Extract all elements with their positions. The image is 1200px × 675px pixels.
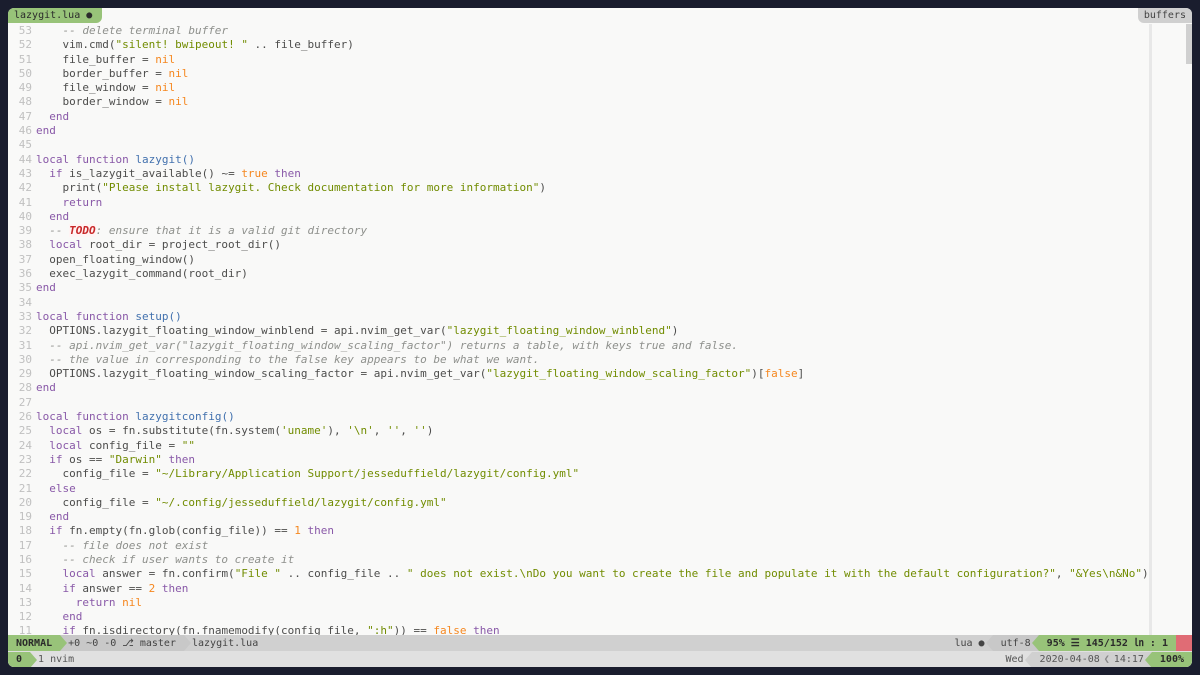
position-segment: 95% ☰ 145/152 ㏑ : 1 bbox=[1039, 635, 1176, 651]
statusline-spacer bbox=[266, 635, 946, 651]
tmux-battery-segment: 100% bbox=[1152, 652, 1192, 667]
git-status-segment: +0 ~0 -0 ⎇ master bbox=[60, 635, 184, 651]
tmux-session-segment[interactable]: 0 bbox=[8, 652, 30, 667]
vim-statusline: NORMAL +0 ~0 -0 ⎇ master lazygit.lua lua… bbox=[8, 635, 1192, 651]
tmux-date: 2020-04-08 bbox=[1040, 653, 1100, 666]
tmux-window-segment[interactable]: 1 nvim bbox=[30, 652, 82, 667]
time-sep-icon: ❮ bbox=[1100, 653, 1114, 666]
line-number-gutter: 5352515049484746454443424140393837363534… bbox=[8, 24, 36, 635]
buffer-tab-active[interactable]: lazygit.lua ● bbox=[8, 8, 102, 23]
filename-segment: lazygit.lua bbox=[184, 635, 266, 651]
terminal-window: lazygit.lua ● buffers 535251504948474645… bbox=[8, 8, 1192, 667]
tmux-statusline: 0 1 nvim Wed 2020-04-08 ❮ 14:17 100% bbox=[8, 651, 1192, 667]
mode-indicator: NORMAL bbox=[8, 635, 60, 651]
code-area[interactable]: -- delete terminal buffer vim.cmd("silen… bbox=[36, 24, 1149, 635]
error-indicator bbox=[1176, 635, 1192, 651]
tmux-date-segment: 2020-04-08 ❮ 14:17 bbox=[1032, 652, 1152, 667]
editor-pane[interactable]: 5352515049484746454443424140393837363534… bbox=[8, 24, 1192, 635]
right-pane[interactable] bbox=[1152, 24, 1192, 635]
buffer-tab-bar: lazygit.lua ● buffers bbox=[8, 8, 1192, 24]
scrollbar-thumb[interactable] bbox=[1186, 24, 1192, 64]
buffer-tab-list-label[interactable]: buffers bbox=[1138, 8, 1192, 23]
tmux-time: 14:17 bbox=[1114, 653, 1144, 666]
